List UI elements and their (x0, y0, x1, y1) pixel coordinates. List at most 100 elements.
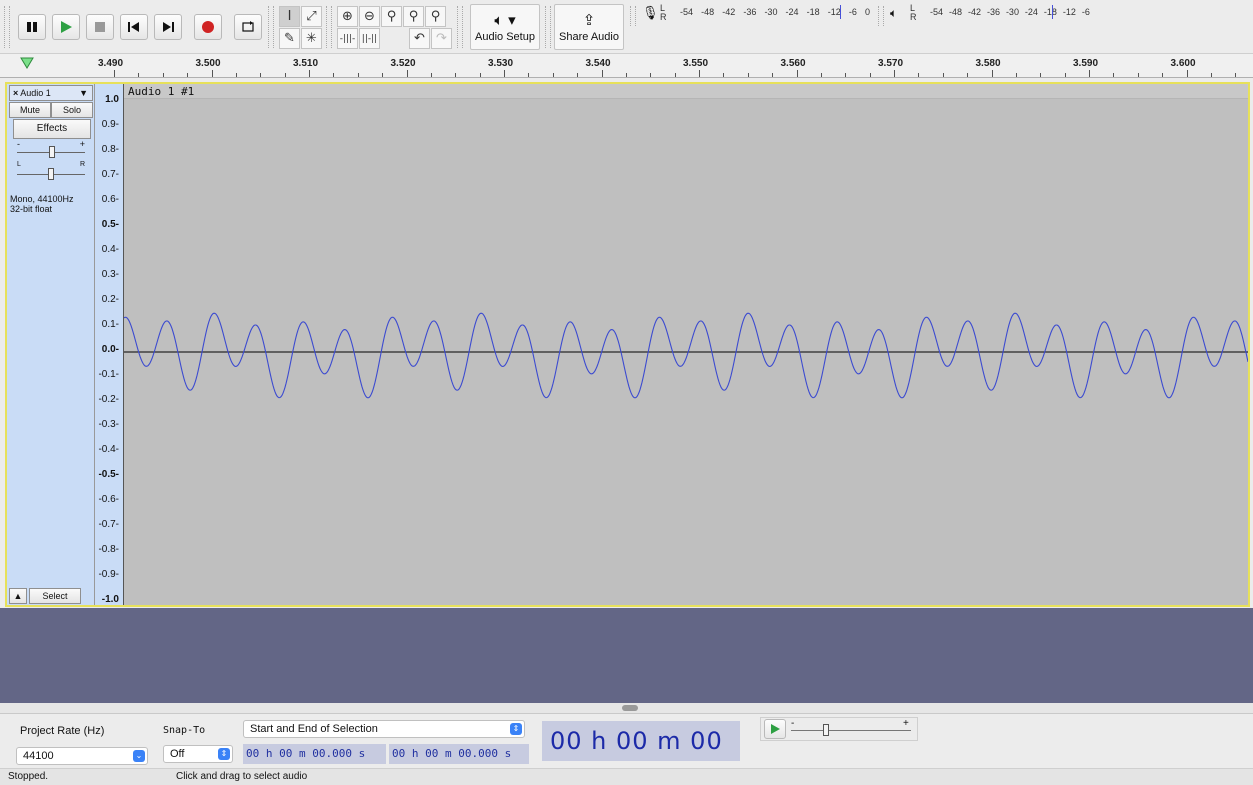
audio-position-time[interactable]: 00 h 00 m 00 s (542, 721, 740, 785)
meter-tick: -48 (948, 7, 962, 17)
track-info-bitdepth: 32-bit float (10, 204, 53, 214)
resize-handle[interactable] (622, 705, 638, 711)
timeline-ruler[interactable]: 3.490 3.500 3.510 3.520 3.530 3.540 3.550 3.560… (0, 54, 1253, 78)
envelope-tool[interactable]: ⤢ (301, 6, 322, 27)
toolbar-grip[interactable] (4, 6, 10, 48)
skip-end-icon (163, 22, 174, 32)
meter-tick: -24 (785, 7, 799, 17)
undo-icon: ↶ (414, 31, 425, 46)
fit-selection-button[interactable]: ⚲ (381, 6, 402, 27)
amplitude-label: -0.2- (98, 394, 119, 405)
zoom-out-button[interactable]: ⊖ (359, 6, 380, 27)
ruler-tick (455, 73, 457, 77)
toolbar-grip[interactable] (878, 6, 884, 26)
selection-tool[interactable]: I (279, 6, 300, 27)
pan-slider[interactable]: L R (17, 161, 85, 180)
trim-button[interactable]: -|||- (337, 28, 358, 49)
share-audio-button[interactable]: ⇪ Share Audio (554, 4, 624, 50)
zoom-selection-icon: ⚲ (386, 9, 397, 24)
gain-slider-thumb[interactable] (49, 146, 55, 158)
toolbar-grip[interactable] (545, 6, 551, 48)
toolbar-grip[interactable] (326, 6, 332, 48)
draw-tool[interactable]: ✎ (279, 28, 300, 49)
play-icon (61, 21, 72, 33)
selection-start-time[interactable]: 00 h 00 m 00.000 s (243, 744, 386, 764)
meter-tick: -42 (967, 7, 981, 17)
record-meter[interactable]: L R (660, 4, 667, 22)
ruler-tick (1064, 73, 1066, 77)
project-rate-value: 44100 (23, 750, 54, 762)
undo-button[interactable]: ↶ (409, 28, 430, 49)
loop-button[interactable] (234, 14, 262, 40)
toolbar-grip[interactable] (457, 6, 463, 48)
empty-track-area[interactable] (0, 608, 1253, 703)
speaker-meter-icon: 🔈︎ (890, 6, 898, 20)
selection-end-time[interactable]: 00 h 00 m 00.000 s (389, 744, 529, 764)
play-at-speed-button[interactable] (764, 719, 786, 739)
play-head-toggle[interactable] (20, 57, 34, 72)
track-menu-button[interactable]: × Audio 1 ▼ (9, 85, 93, 101)
track-info-format: Mono, 44100Hz (10, 194, 74, 204)
ruler-tick (357, 73, 359, 77)
waveform (124, 312, 1248, 399)
redo-button[interactable]: ↷ (431, 28, 452, 49)
selection-mode-select[interactable]: Start and End of Selection ⇕ (243, 720, 525, 738)
effects-button[interactable]: Effects (13, 119, 91, 139)
ruler-tick (625, 73, 627, 77)
record-icon (202, 21, 214, 33)
toolbar-grip[interactable] (630, 6, 636, 26)
ruler-tick (1162, 73, 1164, 77)
horizontal-scrollbar[interactable] (0, 703, 1253, 713)
ruler-tick (967, 73, 969, 77)
snap-to-select[interactable]: Off ⇕ (163, 745, 233, 763)
chevron-updown-icon: ⇕ (218, 748, 230, 760)
gain-slider[interactable]: - + (17, 139, 85, 158)
multi-tool[interactable]: ✳ (301, 28, 322, 49)
fit-project-button[interactable]: ⚲ (403, 6, 424, 27)
amplitude-label: -0.1- (98, 369, 119, 380)
speaker-icon: 🔈︎ ▾ (494, 11, 516, 29)
ruler-tick (235, 73, 237, 77)
collapse-button[interactable]: ▲ (9, 588, 27, 604)
audio-setup-button[interactable]: 🔈︎ ▾ Audio Setup (470, 4, 540, 50)
amplitude-label: -0.9- (98, 569, 119, 580)
speed-slider-thumb[interactable] (823, 724, 829, 736)
pause-button[interactable] (18, 14, 46, 40)
skip-end-button[interactable] (154, 14, 182, 40)
ruler-label: 3.600 (1170, 58, 1196, 69)
chevron-updown-icon: ⇕ (510, 723, 522, 735)
pan-slider-thumb[interactable] (48, 168, 54, 180)
silence-button[interactable]: ||-|| (359, 28, 380, 49)
ruler-tick (894, 70, 895, 77)
waveform-path (124, 312, 1248, 399)
close-icon[interactable]: × (13, 88, 18, 98)
playback-meter-r: R (910, 12, 917, 22)
pan-right: R (79, 161, 85, 168)
amplitude-ruler[interactable]: 1.0 0.9- 0.8- 0.7- 0.6- 0.5- 0.4- 0.3- 0.2- 0.1- 0… (95, 84, 124, 605)
share-icon: ⇪ (582, 11, 596, 29)
project-rate-select[interactable]: 44100 ⌄ (16, 747, 148, 765)
stop-button[interactable] (86, 14, 114, 40)
status-hint: Click and drag to select audio (176, 771, 308, 782)
record-button[interactable] (194, 14, 222, 40)
meter-tick: -30 (1005, 7, 1019, 17)
zoom-in-button[interactable]: ⊕ (337, 6, 358, 27)
toolbar-grip[interactable] (268, 6, 274, 48)
playback-meter[interactable]: L R (910, 4, 917, 22)
envelope-icon: ⤢ (306, 9, 317, 24)
skip-start-icon (128, 22, 139, 32)
mute-button[interactable]: Mute (9, 102, 51, 118)
waveform-area[interactable]: Audio 1 #1 (124, 84, 1248, 605)
ruler-tick (1235, 73, 1237, 77)
ruler-tick (601, 70, 603, 77)
zoom-toggle-button[interactable]: ⚲ (425, 6, 446, 27)
skip-start-button[interactable] (120, 14, 148, 40)
select-button[interactable]: Select (29, 588, 81, 604)
pause-icon (27, 22, 37, 32)
play-button[interactable] (52, 14, 80, 40)
ruler-tick (430, 73, 432, 77)
solo-button[interactable]: Solo (51, 102, 93, 118)
project-rate-label: Project Rate (Hz) (20, 725, 105, 737)
selection-toolbar: Project Rate (Hz) 44100 ⌄ Snap-To Off ⇕ … (0, 713, 1253, 785)
meter-tick: -42 (722, 7, 736, 17)
